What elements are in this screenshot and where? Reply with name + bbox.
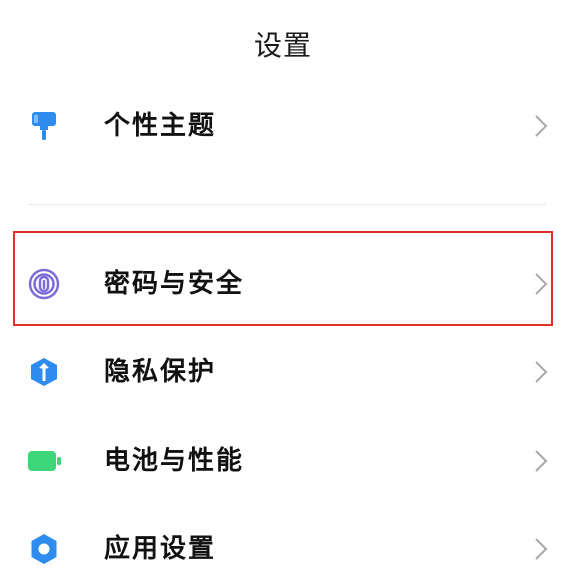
settings-page: 设置 个性主题 密码与安全 隐私保护 电池与性能 应用设置: [0, 0, 566, 571]
settings-item-battery-performance[interactable]: 电池与性能: [0, 419, 566, 503]
chevron-right-icon: [534, 113, 548, 139]
settings-item-theme[interactable]: 个性主题: [0, 84, 566, 168]
shield-icon: [28, 356, 60, 388]
gear-icon: [28, 533, 60, 565]
settings-item-label: 密码与安全: [104, 269, 245, 299]
chevron-right-icon: [534, 536, 548, 562]
chevron-right-icon: [534, 448, 548, 474]
settings-item-privacy[interactable]: 隐私保护: [0, 330, 566, 414]
chevron-right-icon: [534, 271, 548, 297]
settings-item-label: 隐私保护: [104, 357, 217, 387]
page-title: 设置: [253, 29, 312, 62]
settings-item-label: 个性主题: [104, 111, 217, 141]
settings-item-label: 电池与性能: [104, 446, 245, 476]
chevron-right-icon: [534, 359, 548, 385]
settings-item-app-settings[interactable]: 应用设置: [0, 507, 566, 571]
brush-icon: [28, 110, 60, 142]
settings-item-password-security[interactable]: 密码与安全: [0, 242, 566, 326]
fingerprint-icon: [28, 268, 60, 300]
section-divider: [28, 204, 546, 205]
battery-icon: [28, 445, 61, 477]
settings-item-label: 应用设置: [104, 534, 217, 564]
